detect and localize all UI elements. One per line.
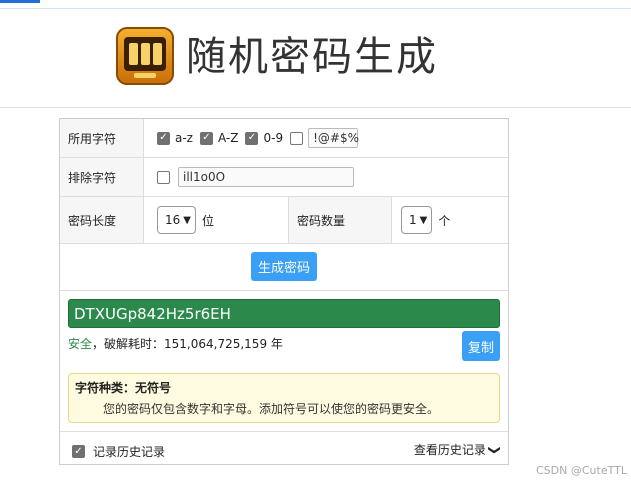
generator-panel: 所用字符 ✓ a-z ✓ A-Z ✓ 0-9 !@#$% 排除字符 ill1o0…	[59, 118, 509, 465]
record-history-label: 记录历史记录	[93, 445, 166, 459]
charset-row: 所用字符 ✓ a-z ✓ A-Z ✓ 0-9 !@#$%	[60, 119, 508, 158]
page-header: 随机密码生成	[0, 9, 631, 108]
crack-time: ，破解耗时：151,064,725,159 年	[92, 337, 283, 351]
digits-label: 0-9	[263, 131, 284, 145]
watermark: CSDN @CuteTTL	[536, 464, 627, 477]
generate-button[interactable]: 生成密码	[251, 252, 317, 281]
info-title: 字符种类：无符号	[75, 381, 172, 395]
length-unit: 位	[201, 213, 214, 228]
length-row: 密码长度 16 ▼ 位 密码数量 1 ▼ 个	[60, 197, 508, 244]
uppercase-label: A-Z	[217, 131, 239, 145]
exclude-row: 排除字符 ill1o0O	[60, 158, 508, 197]
chevron-down-icon: ❯	[487, 444, 502, 455]
lowercase-label: a-z	[175, 131, 193, 145]
history-row: ✓ 记录历史记录 查看历史记录 ❯	[60, 431, 508, 464]
info-text: 您的密码仅包含数字和字母。添加符号可以使您的密码更安全。	[103, 402, 440, 416]
chevron-down-icon: ▼	[419, 214, 428, 226]
count-unit: 个	[438, 213, 451, 228]
charset-label: 所用字符	[60, 119, 144, 157]
symbols-input[interactable]: !@#$%	[308, 128, 359, 148]
view-history-link[interactable]: 查看历史记录 ❯	[414, 441, 502, 458]
strength-info: 安全，破解耗时：151,064,725,159 年	[68, 335, 283, 352]
count-label: 密码数量	[288, 197, 392, 243]
info-box: 字符种类：无符号 您的密码仅包含数字和字母。添加符号可以使您的密码更安全。	[68, 373, 500, 423]
exclude-input[interactable]: ill1o0O	[178, 167, 354, 187]
slot-machine-icon	[116, 27, 174, 85]
copy-button[interactable]: 复制	[462, 331, 500, 361]
record-history-checkbox[interactable]: ✓	[72, 445, 85, 458]
count-select[interactable]: 1 ▼	[401, 206, 433, 234]
exclude-checkbox[interactable]	[157, 170, 170, 184]
digits-checkbox[interactable]: ✓	[245, 131, 259, 145]
lowercase-checkbox[interactable]: ✓	[157, 131, 170, 145]
chevron-down-icon: ▼	[183, 214, 191, 226]
password-output[interactable]: DTXUGp842Hz5r6EH	[68, 299, 500, 328]
generate-row: 生成密码	[60, 244, 508, 291]
length-label: 密码长度	[60, 197, 144, 243]
page-title: 随机密码生成	[186, 34, 438, 80]
length-select[interactable]: 16 ▼	[157, 206, 196, 234]
strength-badge: 安全	[68, 337, 93, 351]
exclude-label: 排除字符	[60, 158, 144, 196]
symbols-checkbox[interactable]	[290, 131, 304, 145]
top-accent-bar	[0, 0, 40, 3]
uppercase-checkbox[interactable]: ✓	[199, 131, 213, 145]
